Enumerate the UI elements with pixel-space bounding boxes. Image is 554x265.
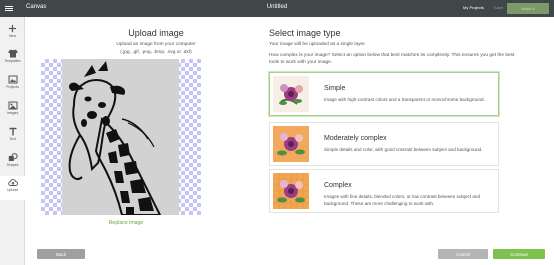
option-name: Moderately complex: [324, 135, 387, 142]
option-description: Images with fine details, blended colors…: [324, 194, 481, 206]
image-preview: [41, 59, 201, 216]
continue-button[interactable]: Continue: [493, 249, 545, 259]
back-button[interactable]: Back: [37, 249, 85, 259]
option-name: Simple: [324, 85, 346, 92]
option-complex[interactable]: Complex Images with fine details, blende…: [269, 169, 499, 213]
sidebar-item-label: Shapes: [6, 163, 19, 167]
sidebar-item-shapes[interactable]: Shapes: [0, 151, 25, 175]
select-type-title: Select image type: [269, 28, 341, 38]
replace-image-link[interactable]: Replace image: [86, 220, 166, 226]
my-projects-link[interactable]: My Projects: [463, 5, 484, 10]
shapes-icon: [8, 153, 18, 162]
save-link[interactable]: Save: [494, 5, 503, 10]
giraffe-image: [62, 59, 179, 216]
sidebar: New Templates Projects Images Text Shape…: [0, 17, 25, 265]
image-icon: [8, 101, 18, 110]
upload-icon: [7, 178, 18, 187]
sidebar-item-label: Text: [9, 137, 16, 141]
tshirt-icon: [7, 49, 18, 58]
upload-description: Upload an image from your computer: [116, 42, 196, 47]
option-simple[interactable]: Simple Image with high-contrast colors a…: [269, 72, 499, 116]
option-moderately-complex[interactable]: Moderately complex Simple details and co…: [269, 122, 499, 166]
sidebar-item-label: Projects: [6, 85, 19, 89]
sidebar-item-projects[interactable]: Projects: [0, 73, 25, 97]
projects-icon: [8, 75, 18, 84]
sidebar-item-label: Templates: [4, 59, 21, 63]
upload-title: Upload image: [128, 28, 184, 38]
upload-formats: (.jpg, .gif, .png, .bmp, .svg or .dxf): [120, 50, 192, 55]
top-bar: Canvas Untitled My Projects Save Make It: [0, 0, 554, 17]
make-it-button[interactable]: Make It: [507, 3, 549, 14]
sidebar-item-label: New: [8, 34, 16, 38]
sidebar-item-upload[interactable]: Upload: [0, 176, 25, 200]
select-type-help: How complex is your image? Select an opt…: [269, 53, 515, 65]
select-type-subtitle: Your image will be uploaded as a single …: [269, 42, 366, 47]
sidebar-item-images[interactable]: Images: [0, 99, 25, 123]
upload-dialog: Upload image Upload an image from your c…: [26, 17, 554, 265]
sidebar-item-label: Upload: [6, 188, 19, 192]
sidebar-item-new[interactable]: New: [0, 22, 25, 46]
cancel-button[interactable]: Cancel: [438, 249, 488, 259]
complex-thumbnail: [273, 173, 309, 209]
moderately-complex-thumbnail: [273, 126, 309, 162]
sidebar-item-label: Images: [6, 111, 19, 115]
sidebar-item-text[interactable]: Text: [0, 125, 25, 149]
option-description: Simple details and color, with good cont…: [324, 147, 483, 152]
plus-icon: [8, 24, 18, 33]
option-name: Complex: [324, 182, 352, 189]
option-description: Image with high-contrast colors and a tr…: [324, 97, 485, 102]
text-icon: [8, 127, 18, 136]
sidebar-item-templates[interactable]: Templates: [0, 47, 25, 71]
simple-thumbnail: [273, 76, 309, 112]
